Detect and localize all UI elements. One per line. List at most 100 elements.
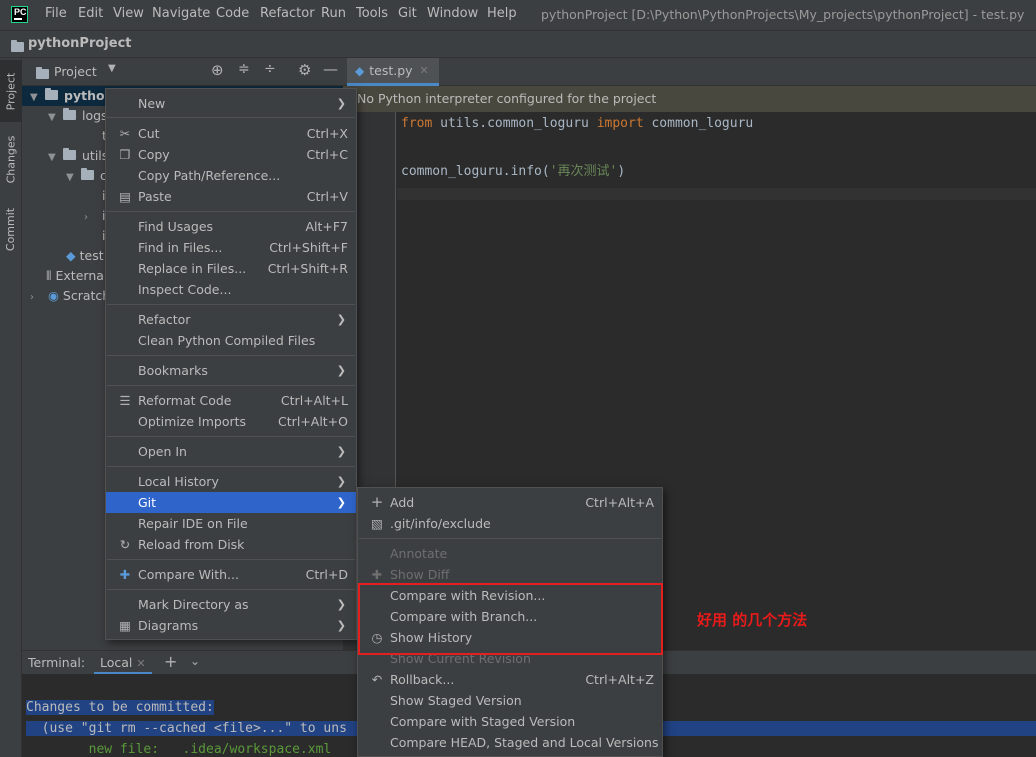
project-panel-header: Project ▼ ⊕ ≑ ÷ ⚙ —	[22, 58, 343, 86]
submenu-arrow-icon: ❯	[336, 364, 346, 377]
chevron-down-icon[interactable]: ⌄	[190, 654, 200, 668]
git-item-show-diff: ✚ Show Diff	[358, 564, 662, 585]
menu-tools[interactable]: Tools	[356, 6, 388, 21]
tab-test-py[interactable]: ◆ test.py ✕	[347, 58, 439, 86]
tree-item-test-label: test	[79, 248, 104, 263]
menu-item-refactor[interactable]: Refactor ❯	[106, 309, 356, 330]
tab-test-py-label: test.py	[369, 63, 413, 78]
menu-item-replace-in-files[interactable]: Replace in Files... Ctrl+Shift+R	[106, 258, 356, 279]
git-item-compare-head[interactable]: Compare HEAD, Staged and Local Versions	[358, 732, 662, 753]
menu-item-reformat-code[interactable]: ☰ Reformat Code Ctrl+Alt+L	[106, 390, 356, 411]
python-file-icon: ◆	[355, 63, 365, 78]
tree-item-logs-label: logs	[82, 108, 108, 123]
menu-navigate[interactable]: Navigate	[152, 6, 210, 21]
menu-file[interactable]: File	[45, 6, 67, 21]
menu-item-reload-from-disk[interactable]: ↻ Reload from Disk	[106, 534, 356, 555]
menu-item-copy[interactable]: ❐ Copy Ctrl+C	[106, 144, 356, 165]
tool-tab-project[interactable]: Project	[0, 60, 22, 122]
window-title: pythonProject [D:\Python\PythonProjects\…	[541, 7, 1025, 22]
tree-item-external-label: External	[55, 268, 108, 283]
annotation-highlight-box	[358, 583, 663, 655]
gear-icon[interactable]: ⚙	[298, 61, 311, 79]
reformat-icon: ☰	[119, 393, 131, 408]
menu-item-compare-with[interactable]: ✚ Compare With... Ctrl+D	[106, 564, 356, 585]
context-menu: New ❯ ✂ Cut Ctrl+X ❐ Copy Ctrl+C Copy Path/Re…	[105, 88, 357, 640]
locate-icon[interactable]: ⊕	[211, 61, 224, 79]
plus-icon: +	[370, 493, 384, 511]
menu-code[interactable]: Code	[216, 6, 249, 21]
collapse-all-icon[interactable]: ÷	[264, 61, 276, 77]
submenu-arrow-icon: ❯	[336, 313, 346, 326]
menu-item-find-usages[interactable]: Find Usages Alt+F7	[106, 216, 356, 237]
plus-icon[interactable]: +	[164, 652, 177, 671]
menu-item-bookmarks[interactable]: Bookmarks ❯	[106, 360, 356, 381]
pycharm-logo-icon: PC	[11, 6, 28, 23]
tool-tab-changes-label: Changes	[4, 135, 18, 183]
menu-view[interactable]: View	[113, 6, 144, 21]
git-item-rollback[interactable]: ↶ Rollback... Ctrl+Alt+Z	[358, 669, 662, 690]
menu-item-local-history[interactable]: Local History ❯	[106, 471, 356, 492]
menu-window[interactable]: Window	[427, 6, 478, 21]
annotation-text: 好用 的几个方法	[697, 611, 808, 629]
git-item-exclude[interactable]: ▧ .git/info/exclude	[358, 513, 662, 534]
git-item-add[interactable]: + Add Ctrl+Alt+A	[358, 492, 662, 513]
tool-tab-changes[interactable]: Changes	[0, 128, 22, 190]
terminal-tab-local-label: Local	[100, 655, 133, 670]
git-item-show-staged[interactable]: Show Staged Version	[358, 690, 662, 711]
scratches-icon: ◉	[48, 288, 59, 303]
menu-item-repair-ide[interactable]: Repair IDE on File	[106, 513, 356, 534]
menu-run[interactable]: Run	[321, 6, 346, 21]
terminal-label: Terminal:	[28, 655, 86, 670]
code-line-3: common_loguru.info('再次测试')	[401, 164, 626, 179]
project-view-selector[interactable]: Project	[54, 64, 97, 79]
menu-item-copy-path[interactable]: Copy Path/Reference...	[106, 165, 356, 186]
menu-item-diagrams[interactable]: ▦ Diagrams ❯	[106, 615, 356, 636]
menu-item-mark-directory[interactable]: Mark Directory as ❯	[106, 594, 356, 615]
clipboard-icon: ▤	[119, 189, 131, 204]
interpreter-warning-banner: No Python interpreter configured for the…	[343, 86, 1036, 112]
expand-all-icon[interactable]: ≑	[238, 61, 250, 77]
folder-icon	[11, 40, 24, 52]
menu-item-open-in[interactable]: Open In ❯	[106, 441, 356, 462]
close-tab-icon[interactable]: ✕	[136, 657, 145, 670]
project-folder-icon	[36, 67, 49, 79]
menu-edit[interactable]: Edit	[78, 6, 103, 21]
git-file-icon: ▧	[371, 516, 383, 531]
reload-icon: ↻	[119, 537, 131, 552]
compare-icon: ✚	[119, 567, 131, 582]
tool-window-strip: Project Changes Commit	[0, 58, 22, 757]
terminal-tab-local[interactable]: Local ✕	[94, 651, 152, 675]
copy-icon: ❐	[119, 147, 131, 162]
menu-item-paste[interactable]: ▤ Paste Ctrl+V	[106, 186, 356, 207]
submenu-arrow-icon: ❯	[336, 496, 346, 509]
menu-help[interactable]: Help	[487, 6, 517, 21]
tool-tab-commit[interactable]: Commit	[0, 198, 22, 260]
menu-refactor[interactable]: Refactor	[260, 6, 315, 21]
minimize-icon[interactable]: —	[323, 60, 338, 78]
close-tab-icon[interactable]: ✕	[420, 64, 429, 77]
menu-item-inspect-code[interactable]: Inspect Code...	[106, 279, 356, 300]
menu-item-optimize-imports[interactable]: Optimize Imports Ctrl+Alt+O	[106, 411, 356, 432]
menu-item-new[interactable]: New ❯	[106, 93, 356, 114]
menu-item-clean-compiled[interactable]: Clean Python Compiled Files	[106, 330, 356, 351]
terminal-line-3: new file: .idea/workspace.xml	[26, 742, 332, 757]
submenu-arrow-icon: ❯	[336, 475, 346, 488]
breadcrumb-project[interactable]: pythonProject	[28, 36, 132, 51]
menu-git[interactable]: Git	[398, 6, 417, 21]
menu-item-cut[interactable]: ✂ Cut Ctrl+X	[106, 123, 356, 144]
diff-icon: ✚	[371, 567, 383, 582]
code-line-1: from utils.common_loguru import common_l…	[401, 116, 754, 131]
navigation-bar: pythonProject	[0, 30, 1036, 58]
submenu-arrow-icon: ❯	[336, 598, 346, 611]
git-item-compare-staged[interactable]: Compare with Staged Version	[358, 711, 662, 732]
git-item-annotate: Annotate	[390, 546, 448, 561]
undo-icon: ↶	[371, 672, 383, 687]
logo-text: PC	[14, 7, 27, 17]
chevron-down-icon[interactable]: ▼	[108, 63, 116, 74]
submenu-arrow-icon: ❯	[336, 445, 346, 458]
menu-item-git[interactable]: Git ❯	[106, 492, 356, 513]
python-file-icon: ◆	[66, 248, 76, 263]
menu-item-find-in-files[interactable]: Find in Files... Ctrl+Shift+F	[106, 237, 356, 258]
title-bar: PC File Edit View Navigate Code Refactor…	[0, 0, 1036, 30]
submenu-arrow-icon: ❯	[336, 619, 346, 632]
